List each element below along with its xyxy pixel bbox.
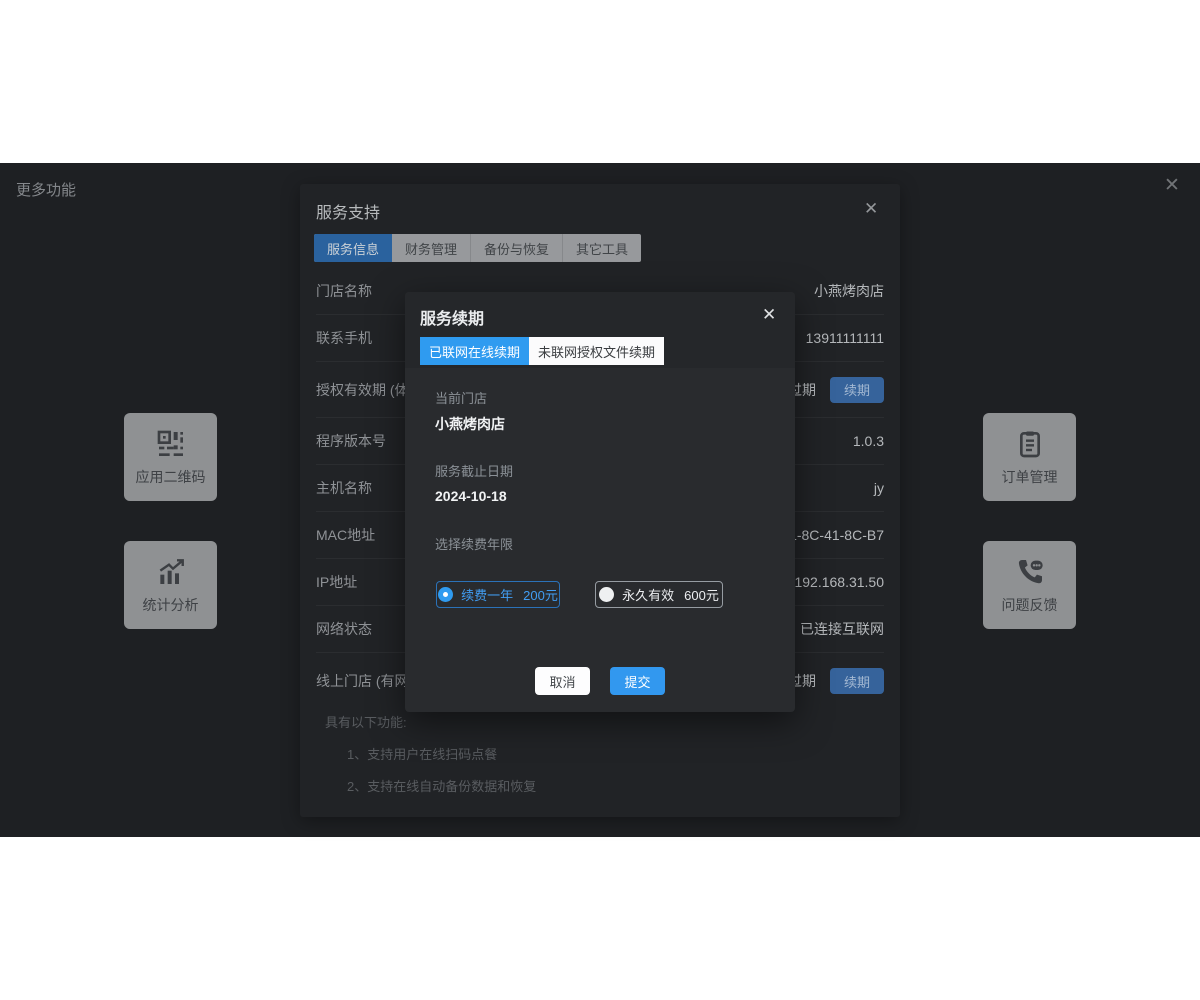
dialog-tab-bar: 服务信息财务管理备份与恢复其它工具 xyxy=(314,234,641,262)
close-icon[interactable]: ✕ xyxy=(1164,176,1180,195)
option-price: 600元 xyxy=(684,585,719,604)
close-icon[interactable]: ✕ xyxy=(762,306,776,323)
option-label: 永久有效 xyxy=(622,585,674,604)
dialog-tab-1[interactable]: 财务管理 xyxy=(392,234,471,262)
info-row-value: 小燕烤肉店 xyxy=(814,281,884,301)
tile-label: 问题反馈 xyxy=(1002,595,1058,615)
qr-code-icon xyxy=(155,428,187,460)
renewal-tab-0[interactable]: 已联网在线续期 xyxy=(420,337,529,365)
page-title: 更多功能 xyxy=(16,179,76,200)
renew-button[interactable]: 续期 xyxy=(830,668,884,694)
tile-app-qrcode[interactable]: 应用二维码 xyxy=(124,413,217,501)
online-store-features: 具有以下功能: 1、支持用户在线扫码点餐 2、支持在线自动备份数据和恢复 xyxy=(325,712,536,795)
screen: 更多功能 ✕ 应用二维码 xyxy=(0,0,1200,1000)
info-row-label: 程序版本号 xyxy=(316,431,386,451)
renew-option-1[interactable]: 永久有效 600元 xyxy=(595,581,723,608)
feature-item-0: 1、支持用户在线扫码点餐 xyxy=(325,744,536,763)
dialog-tab-3[interactable]: 其它工具 xyxy=(563,234,641,262)
option-price: 200元 xyxy=(523,585,558,604)
info-row-value-text: 192.168.31.50 xyxy=(794,574,884,590)
info-row-label: 网络状态 xyxy=(316,619,372,639)
renewal-tab-1[interactable]: 未联网授权文件续期 xyxy=(529,337,664,365)
features-heading: 具有以下功能: xyxy=(325,712,536,731)
info-row-value: 1.0.3 xyxy=(853,433,884,449)
info-row-value: 13911111111 xyxy=(806,330,884,346)
info-row-value-text: 已连接互联网 xyxy=(800,619,884,639)
radio-selected-icon xyxy=(438,587,453,602)
info-row-value-text: 1.0.3 xyxy=(853,433,884,449)
clipboard-icon xyxy=(1014,428,1046,460)
modal-title: 服务续期 xyxy=(420,305,484,329)
dialog-tab-2[interactable]: 备份与恢复 xyxy=(471,234,563,262)
tile-label: 应用二维码 xyxy=(136,467,206,487)
renewal-tab-bar: 已联网在线续期未联网授权文件续期 xyxy=(420,337,664,365)
close-icon[interactable]: ✕ xyxy=(864,200,878,217)
info-row-value: 192.168.31.50 xyxy=(794,574,884,590)
info-row-value-text: 13911111111 xyxy=(806,330,884,346)
info-row-label: 联系手机 xyxy=(316,328,372,348)
tile-label: 统计分析 xyxy=(143,595,199,615)
tile-statistics[interactable]: 统计分析 xyxy=(124,541,217,629)
info-row-label: 主机名称 xyxy=(316,478,372,498)
option-label: 续费一年 xyxy=(461,585,513,604)
current-store-label: 当前门店 xyxy=(435,388,487,407)
tile-feedback[interactable]: 问题反馈 xyxy=(983,541,1076,629)
dialog-title: 服务支持 xyxy=(316,199,380,223)
info-row-label: MAC地址 xyxy=(316,525,375,545)
info-row-label: 门店名称 xyxy=(316,281,372,301)
info-row-label: IP地址 xyxy=(316,572,357,592)
cancel-button[interactable]: 取消 xyxy=(535,667,590,695)
service-end-date-label: 服务截止日期 xyxy=(435,461,513,480)
feature-item-1: 2、支持在线自动备份数据和恢复 xyxy=(325,776,536,795)
submit-button[interactable]: 提交 xyxy=(610,667,665,695)
renew-button[interactable]: 续期 xyxy=(830,377,884,403)
info-row-value-text: jy xyxy=(874,480,884,496)
tile-label: 订单管理 xyxy=(1002,467,1058,487)
service-renewal-modal: 服务续期 ✕ 已联网在线续期未联网授权文件续期 当前门店 小燕烤肉店 服务截止日… xyxy=(405,292,795,712)
info-row-value: 过期续期 xyxy=(788,668,884,694)
tile-order-management[interactable]: 订单管理 xyxy=(983,413,1076,501)
dialog-tab-0[interactable]: 服务信息 xyxy=(314,234,392,262)
renewal-term-label: 选择续费年限 xyxy=(435,534,513,553)
radio-unselected-icon xyxy=(599,587,614,602)
info-row-value: 已连接互联网 xyxy=(800,619,884,639)
phone-feedback-icon xyxy=(1014,556,1046,588)
bar-chart-icon xyxy=(155,556,187,588)
info-row-value: jy xyxy=(874,480,884,496)
renew-option-0[interactable]: 续费一年 200元 xyxy=(436,581,560,608)
current-store-value: 小燕烤肉店 xyxy=(435,414,505,434)
info-row-value: 过期续期 xyxy=(788,377,884,403)
service-end-date-value: 2024-10-18 xyxy=(435,488,507,504)
info-row-value-text: 小燕烤肉店 xyxy=(814,281,884,301)
